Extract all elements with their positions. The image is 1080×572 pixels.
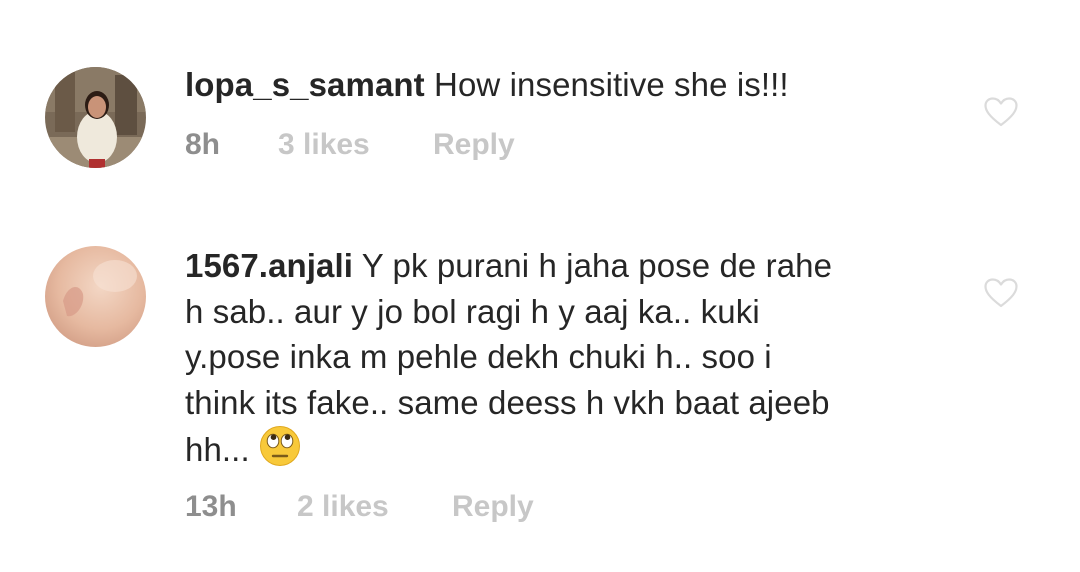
comment-meta: 13h 2 likes Reply: [185, 490, 534, 524]
comment-line: hh...: [185, 431, 250, 468]
like-heart-icon[interactable]: [984, 278, 1018, 308]
like-heart-icon[interactable]: [984, 97, 1018, 127]
avatar[interactable]: [45, 246, 146, 347]
comment-content: How insensitive she is!!!: [434, 66, 789, 103]
comment-body: 1567.anjali Y pk purani h jaha pose de r…: [185, 243, 955, 523]
comment-text: 1567.anjali Y pk purani h jaha pose de r…: [185, 243, 955, 479]
reply-button[interactable]: Reply: [433, 128, 515, 162]
comment-line: think its fake.. same deess h vkh baat a…: [185, 383, 830, 421]
reply-button[interactable]: Reply: [452, 490, 534, 524]
comment-username[interactable]: 1567.anjali: [185, 247, 353, 284]
likes-count[interactable]: 3 likes: [278, 128, 433, 162]
comment-body: lopa_s_samant How insensitive she is!!! …: [185, 62, 955, 161]
comment-meta: 8h 3 likes Reply: [185, 128, 515, 162]
rolling-eyes-emoji-icon: [259, 425, 301, 479]
comment-username[interactable]: lopa_s_samant: [185, 66, 425, 103]
comment-line: h sab.. aur y jo bol ragi h y aaj ka.. k…: [185, 292, 760, 330]
comment-timestamp: 8h: [185, 128, 221, 161]
comment-text: lopa_s_samant How insensitive she is!!!: [185, 62, 955, 108]
comment-timestamp: 13h: [185, 490, 237, 523]
likes-count[interactable]: 2 likes: [297, 490, 452, 524]
comment-line: Y pk purani h jaha pose de rahe: [361, 247, 833, 284]
comment-line: y.pose inka m pehle dekh chuki h.. soo i: [185, 338, 772, 375]
avatar[interactable]: [45, 67, 146, 168]
